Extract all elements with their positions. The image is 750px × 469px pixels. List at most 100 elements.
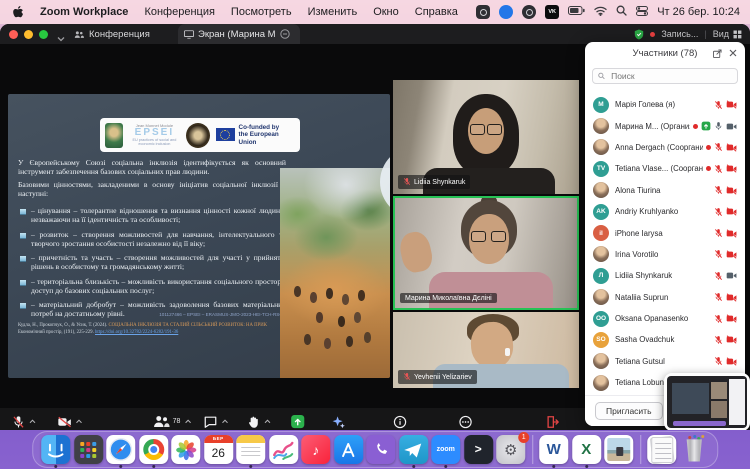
dock-app-trash[interactable] xyxy=(680,435,709,464)
participant-row[interactable]: iI iPhone Iarysa xyxy=(585,222,745,243)
dock-app-freeform[interactable] xyxy=(269,435,298,464)
camera-off-icon xyxy=(726,164,737,173)
toolbar-more-button[interactable]: Дополнительно xyxy=(442,413,491,430)
dock-app-appstore[interactable] xyxy=(334,435,363,464)
chevron-up-icon[interactable] xyxy=(184,419,191,424)
participant-row[interactable]: Anna Dergach (Соорганизатор) xyxy=(585,137,745,158)
search-icon[interactable] xyxy=(616,5,627,19)
toolbar-people-button[interactable]: 78 Участники xyxy=(153,413,192,430)
recording-indicator[interactable]: Запись... xyxy=(661,29,698,39)
participant-row[interactable]: Nataliia Suprun xyxy=(585,287,745,308)
participant-name: Nataliia Suprun xyxy=(615,293,711,302)
person-earbud xyxy=(505,348,510,356)
citation-doi-link[interactable]: https://doi.org/10.32782/2224-6282/191-3… xyxy=(95,330,178,335)
zoom-window-button[interactable] xyxy=(39,30,48,39)
dock-app-settings[interactable]: ⚙1 xyxy=(496,435,525,464)
people-icon xyxy=(74,30,84,39)
participant-row[interactable]: Tetiana Gutsul xyxy=(585,351,745,372)
menu-item-0[interactable]: Zoom Workplace xyxy=(32,6,136,18)
status-app-icon-1[interactable] xyxy=(476,5,490,19)
participant-row[interactable]: ЛLidiia Shynkaruk xyxy=(585,265,745,286)
chevron-up-icon[interactable] xyxy=(76,419,83,424)
apple-logo-icon[interactable] xyxy=(10,6,26,19)
chevron-up-icon[interactable] xyxy=(222,419,229,424)
menu-bar-clock[interactable]: Чт 26 бер. 10:24 xyxy=(657,6,740,18)
participant-row[interactable]: TVTetiana Vlase... (Соорганизатор) xyxy=(585,158,745,179)
dock-app-telegram[interactable] xyxy=(399,435,428,464)
participants-panel: Участники (78) MМарія Голева (я)Марина М… xyxy=(585,42,745,426)
view-button[interactable]: Вид xyxy=(713,29,742,39)
dock-app-devchat[interactable]: > xyxy=(464,435,493,464)
dock-app-finder[interactable] xyxy=(41,435,70,464)
screen-share-preview[interactable] xyxy=(664,373,750,430)
participant-row[interactable]: MМарія Голева (я) xyxy=(585,94,745,115)
participant-video-name: Yevhenii Yelizariev xyxy=(414,374,472,381)
search-input[interactable] xyxy=(609,70,732,82)
dock-app-viber[interactable] xyxy=(366,435,395,464)
participant-row[interactable]: OOOksana Opanasenko xyxy=(585,308,745,329)
participants-search[interactable] xyxy=(592,68,738,84)
toolbar-leave-button[interactable]: Выйти xyxy=(543,413,563,430)
toolbar-info-button[interactable]: Информация о конференции xyxy=(354,413,446,430)
minimize-window-button[interactable] xyxy=(24,30,33,39)
tab-screen-share[interactable]: Экран (Марина Миколаївн... xyxy=(178,24,300,44)
pop-out-icon[interactable] xyxy=(713,49,722,58)
menu-item-4[interactable]: Окно xyxy=(365,6,407,18)
participant-row[interactable]: Irina Vorotilo xyxy=(585,244,745,265)
participant-row[interactable]: Марина М... (Организатор) xyxy=(585,115,745,136)
participant-row[interactable]: AKAndriy Kruhlyanko xyxy=(585,201,745,222)
dock-app-safari[interactable] xyxy=(106,435,135,464)
chevron-up-icon[interactable] xyxy=(264,419,271,424)
participant-row[interactable]: SOSasha Ovadchuk xyxy=(585,329,745,350)
wifi-icon[interactable] xyxy=(594,6,607,19)
close-icon[interactable] xyxy=(729,49,737,57)
toolbar-chat-button[interactable]: Чат xyxy=(204,413,229,430)
close-window-button[interactable] xyxy=(9,30,18,39)
tab-conference[interactable]: Конференция xyxy=(74,24,150,44)
dock-app-launchpad[interactable] xyxy=(74,435,103,464)
word-letter: W xyxy=(547,441,561,458)
video-tile-lidiia[interactable]: Lidiia Shynkaruk xyxy=(393,80,579,194)
battery-icon[interactable] xyxy=(568,6,585,18)
dock-app-chrome[interactable] xyxy=(139,435,168,464)
vk-status-icon[interactable]: VK xyxy=(545,5,559,19)
running-indicator xyxy=(119,465,122,468)
security-shield-icon[interactable] xyxy=(634,29,644,40)
invite-button[interactable]: Пригласить xyxy=(595,402,663,420)
stop-share-icon[interactable] xyxy=(280,29,290,39)
mic-off-icon xyxy=(403,372,411,383)
toolbar-hand-button[interactable]: Поднять руку xyxy=(238,413,280,430)
control-center-icon[interactable] xyxy=(636,6,648,19)
participant-avatar xyxy=(593,289,609,305)
dock-app-photos[interactable] xyxy=(171,435,200,464)
preview-panel xyxy=(729,379,744,425)
mic-off-icon xyxy=(714,314,723,324)
dock-app-calendar[interactable]: БЕР26 xyxy=(204,435,233,464)
participant-video-name: Lidiia Shynkaruk xyxy=(414,179,465,186)
dock-app-excel[interactable]: X xyxy=(572,435,601,464)
video-tile-maryna-active-speaker[interactable]: Марина Миколаївна Дєліні xyxy=(393,196,579,310)
toolbar-mic-off-button[interactable]: Звук xyxy=(12,413,36,430)
menu-item-5[interactable]: Справка xyxy=(407,6,466,18)
status-app-icon-3[interactable] xyxy=(522,5,536,19)
preview-video2 xyxy=(711,401,727,418)
dock-app-notes[interactable] xyxy=(236,435,265,464)
dock-app-zoom[interactable]: zoom xyxy=(431,435,460,464)
participant-name: iPhone Iarysa xyxy=(615,229,711,238)
dock-app-word[interactable]: W xyxy=(539,435,568,464)
status-app-icon-2[interactable] xyxy=(499,5,513,19)
dock-app-preview-image[interactable] xyxy=(604,435,633,464)
participant-row[interactable]: Alona Tiurina xyxy=(585,180,745,201)
video-tile-yevhenii[interactable]: Yevhenii Yelizariev xyxy=(393,312,579,388)
toolbar-share-button[interactable]: Поделиться xyxy=(279,413,317,430)
mic-off-icon xyxy=(714,249,723,259)
menu-item-2[interactable]: Посмотреть xyxy=(223,6,300,18)
mic-off-icon xyxy=(403,177,411,186)
participant-avatar: iI xyxy=(593,225,609,241)
toolbar-cam-off-button[interactable]: Видео xyxy=(58,413,83,430)
chevron-up-icon[interactable] xyxy=(29,419,36,424)
menu-item-3[interactable]: Изменить xyxy=(300,6,366,18)
menu-item-1[interactable]: Конференция xyxy=(136,6,222,18)
dock-app-music[interactable]: ♪ xyxy=(301,435,330,464)
dock-app-documents[interactable] xyxy=(647,435,676,464)
